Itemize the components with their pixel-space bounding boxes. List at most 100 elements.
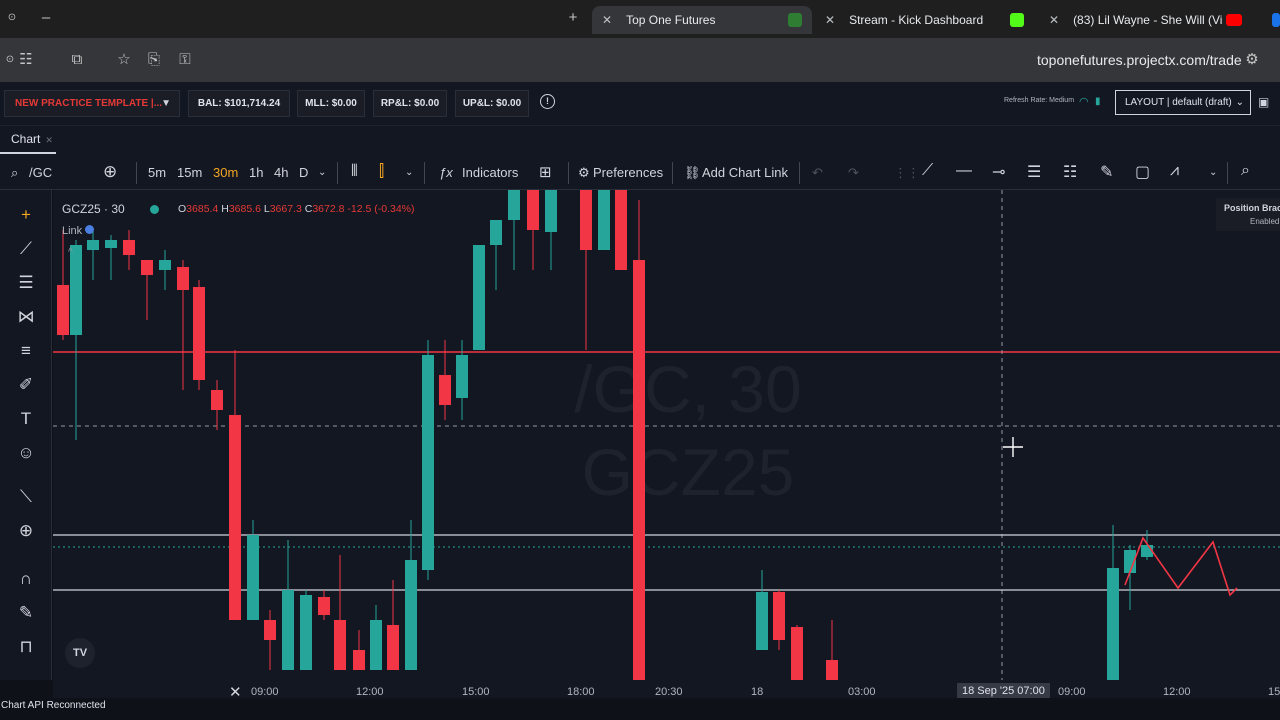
tab-top-one-futures[interactable]: ✕ Top One Futures [592, 6, 812, 34]
text-icon[interactable]: T [14, 408, 38, 430]
chevron-down-icon[interactable]: ⌄ [1209, 167, 1217, 178]
symbol-legend[interactable]: GCZ25 · 30 [62, 202, 125, 216]
candle-body [334, 620, 346, 670]
timeframe-5m[interactable]: 5m [148, 165, 166, 180]
position-bracket-panel[interactable]: Position Brac Enabled [1216, 198, 1280, 231]
layout-label: LAYOUT | default (draft) [1125, 97, 1232, 108]
pattern-icon[interactable]: ⋈ [14, 306, 38, 328]
separator [799, 162, 800, 184]
market-status-icon [150, 205, 159, 214]
candle-body [598, 190, 610, 250]
chevron-down-icon[interactable]: ⌄ [318, 167, 326, 178]
gear-icon[interactable]: ⚙ [578, 165, 590, 181]
candle-body [123, 240, 135, 255]
tradingview-logo[interactable]: TV [65, 638, 95, 668]
brush-icon[interactable]: ✐ [14, 374, 38, 396]
drag-handle-icon[interactable]: ⋮⋮ [894, 165, 920, 181]
zoom-icon[interactable]: ⌕ [1241, 162, 1250, 180]
horizontal-lines-icon[interactable]: ☰ [14, 272, 38, 294]
bar-style-icon[interactable]: ⫴ [351, 163, 358, 181]
stay-drawing-icon[interactable]: ✎ [14, 602, 38, 624]
lock-icon[interactable]: ⊓ [14, 636, 38, 658]
crosshair-icon[interactable]: + [14, 204, 38, 226]
crosshair-time-label: 18 Sep '25 07:00 [957, 683, 1050, 699]
emoji-icon[interactable]: ☺ [14, 442, 38, 464]
tab-kick-dashboard[interactable]: ✕ Stream - Kick Dashboard [822, 6, 1032, 34]
candle-body [57, 285, 69, 335]
timeframe-30m[interactable]: 30m [213, 165, 238, 180]
close-tab-icon[interactable]: ✕ [602, 13, 612, 27]
new-tab-plus-icon[interactable]: + [563, 8, 583, 28]
separator [568, 162, 569, 184]
price-chart[interactable]: /GC, 30 GCZ25 GCZ25 · 30 O3685.4 H3685.6… [53, 190, 1280, 680]
candle-body [318, 597, 330, 615]
ruler-icon[interactable]: ⟍ [14, 486, 38, 508]
tab-chart[interactable]: Chart ✕ [0, 126, 56, 154]
tab-scroll-left-icon[interactable]: ⊙ [2, 8, 22, 28]
fib-icon[interactable]: ≡ [14, 340, 38, 362]
signal-icon: ▮ [1095, 96, 1101, 107]
position-bracket-status: Enabled [1250, 217, 1280, 226]
zoom-in-icon[interactable]: ⊕ [14, 520, 38, 542]
redo-icon[interactable]: ↷ [848, 165, 859, 181]
layout-selector[interactable]: LAYOUT | default (draft) ⌄ [1115, 90, 1251, 115]
candle-body [264, 620, 276, 640]
fib-icon[interactable]: ☷ [1063, 162, 1077, 182]
url-text[interactable]: toponefutures.projectx.com/trade [1037, 52, 1242, 68]
link-icon[interactable]: ⛓ [684, 165, 701, 181]
close-tab-icon[interactable]: ✕ [1049, 13, 1059, 27]
candle-body [370, 620, 382, 670]
trendline-icon[interactable]: ⟋ [14, 238, 38, 260]
candle-body [490, 220, 502, 245]
magnet-icon[interactable]: ∩ [14, 568, 38, 590]
add-chart-link-button[interactable]: Add Chart Link [702, 165, 788, 180]
close-tab-icon[interactable]: ✕ [825, 13, 835, 27]
info-icon[interactable]: ! [540, 94, 555, 109]
extension-icon[interactable]: ⧉ [67, 50, 87, 70]
templates-grid-icon[interactable]: ⊞ [539, 163, 552, 181]
indicators-button[interactable]: Indicators [462, 165, 518, 180]
brush-icon[interactable]: ✎ [1100, 162, 1113, 182]
star-icon[interactable]: ☆ [114, 50, 134, 70]
link-badge[interactable]: Link [62, 225, 95, 237]
candle-body [247, 535, 259, 620]
browser-tab-strip: ⊙ – + ✕ Top One Futures ✕ Stream - Kick … [0, 0, 1280, 38]
candle-body [791, 627, 803, 680]
candle-body [1107, 568, 1119, 680]
key-icon[interactable]: ⚿ [175, 50, 195, 70]
search-icon[interactable]: ⌕ [11, 165, 18, 181]
chevron-down-icon: ⌄ [1235, 97, 1244, 108]
candles-icon[interactable]: ⫿ [379, 163, 384, 181]
compare-plus-icon[interactable]: ⊕ [103, 162, 117, 182]
timeframe-15m[interactable]: 15m [177, 165, 202, 180]
indicators-icon[interactable]: ƒx [439, 165, 453, 180]
template-label: NEW PRACTICE TEMPLATE |... [15, 98, 163, 109]
parallel-channel-icon[interactable]: ☰ [1027, 162, 1041, 182]
close-icon[interactable]: ✕ [45, 135, 53, 145]
candle-body [282, 590, 294, 670]
horizontal-line-icon[interactable]: — [956, 162, 972, 180]
media-icon[interactable]: ☷ [16, 50, 36, 70]
minimize-icon[interactable]: – [36, 8, 56, 28]
collapse-legend-icon[interactable]: ^ [68, 247, 73, 258]
rectangle-icon[interactable]: ▢ [1135, 162, 1150, 182]
site-settings-icon[interactable]: ⚙ [1242, 50, 1262, 70]
path-icon[interactable]: ⩘ [1170, 162, 1179, 180]
undo-icon[interactable]: ↶ [812, 165, 823, 181]
save-layout-icon[interactable]: ▣ [1258, 95, 1269, 109]
share-icon[interactable]: ⎘ [144, 50, 164, 70]
chevron-down-icon[interactable]: ⌄ [405, 167, 413, 178]
candle-body [193, 287, 205, 380]
tab-title: (83) Lil Wayne - She Will (Vi [1073, 13, 1223, 27]
horizontal-ray-icon[interactable]: ⊸ [992, 162, 1005, 182]
timeframe-d[interactable]: D [299, 165, 308, 180]
symbol-search[interactable]: /GC [29, 165, 52, 180]
trendline-icon[interactable]: ⟋ [922, 162, 933, 180]
tab-youtube[interactable]: ✕ (83) Lil Wayne - She Will (Vi [1046, 6, 1280, 34]
template-selector[interactable]: NEW PRACTICE TEMPLATE |... ▼ [4, 90, 180, 117]
timeframe-1h[interactable]: 1h [249, 165, 263, 180]
preferences-button[interactable]: Preferences [593, 165, 663, 180]
candle-body [387, 625, 399, 670]
browser-toolbar: ⊙ ☷ ⧉ ☆ ⎘ ⚿ toponefutures.projectx.com/t… [0, 38, 1280, 82]
timeframe-4h[interactable]: 4h [274, 165, 288, 180]
